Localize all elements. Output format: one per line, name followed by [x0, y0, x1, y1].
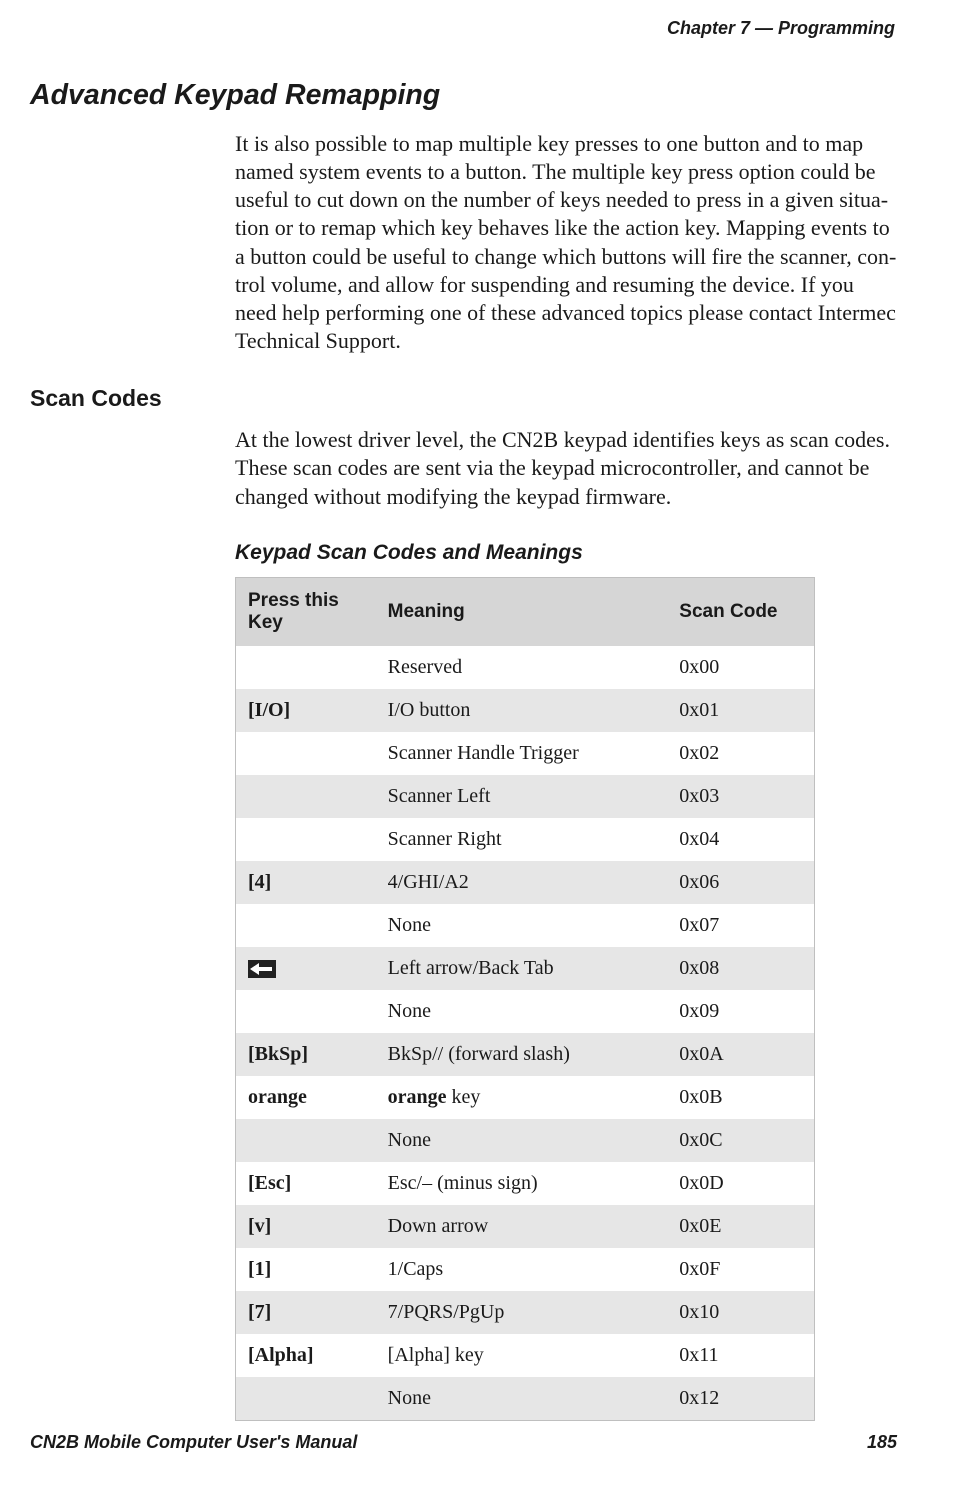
table-caption: Keypad Scan Codes and Meanings — [235, 541, 897, 565]
cell-key — [236, 1377, 376, 1421]
cell-code: 0x0C — [667, 1119, 814, 1162]
cell-code: 0x0E — [667, 1205, 814, 1248]
cell-code: 0x0D — [667, 1162, 814, 1205]
cell-code: 0x0A — [667, 1033, 814, 1076]
cell-key — [236, 947, 376, 990]
table-row: None0x09 — [236, 990, 815, 1033]
cell-meaning: Scanner Left — [376, 775, 668, 818]
cell-meaning: I/O button — [376, 689, 668, 732]
cell-meaning: orange key — [376, 1076, 668, 1119]
table-row: [Esc]Esc/– (minus sign)0x0D — [236, 1162, 815, 1205]
table-row: [BkSp]BkSp// (forward slash)0x0A — [236, 1033, 815, 1076]
cell-key — [236, 818, 376, 861]
table-row: orangeorange key0x0B — [236, 1076, 815, 1119]
cell-meaning: 4/GHI/A2 — [376, 861, 668, 904]
cell-meaning: [Alpha] key — [376, 1334, 668, 1377]
cell-key: [BkSp] — [236, 1033, 376, 1076]
heading-advanced-keypad-remapping: Advanced Keypad Remapping — [30, 79, 897, 112]
cell-key: [Alpha] — [236, 1334, 376, 1377]
cell-key — [236, 646, 376, 689]
table-row: Left arrow/Back Tab0x08 — [236, 947, 815, 990]
cell-meaning: None — [376, 904, 668, 947]
cell-code: 0x10 — [667, 1291, 814, 1334]
cell-meaning: Down arrow — [376, 1205, 668, 1248]
table-row: [I/O]I/O button0x01 — [236, 689, 815, 732]
cell-meaning: 7/PQRS/PgUp — [376, 1291, 668, 1334]
scan-codes-table: Press this Key Meaning Scan Code Reserve… — [235, 577, 815, 1421]
footer-publication: CN2B Mobile Computer User's Manual — [30, 1432, 357, 1453]
cell-meaning: 1/Caps — [376, 1248, 668, 1291]
cell-meaning: None — [376, 1377, 668, 1421]
cell-meaning: Esc/– (minus sign) — [376, 1162, 668, 1205]
heading-scan-codes: Scan Codes — [30, 385, 897, 412]
table-row: Scanner Handle Trigger0x02 — [236, 732, 815, 775]
cell-meaning: Scanner Right — [376, 818, 668, 861]
cell-meaning: BkSp// (forward slash) — [376, 1033, 668, 1076]
paragraph-advanced-keypad: It is also possible to map multiple key … — [235, 130, 897, 355]
cell-key: [I/O] — [236, 689, 376, 732]
cell-code: 0x00 — [667, 646, 814, 689]
cell-key — [236, 990, 376, 1033]
cell-code: 0x11 — [667, 1334, 814, 1377]
cell-code: 0x07 — [667, 904, 814, 947]
cell-meaning: Left arrow/Back Tab — [376, 947, 668, 990]
table-row: None0x07 — [236, 904, 815, 947]
cell-key — [236, 775, 376, 818]
cell-meaning: None — [376, 1119, 668, 1162]
table-row: [4]4/GHI/A20x06 — [236, 861, 815, 904]
cell-code: 0x0F — [667, 1248, 814, 1291]
table-row: Reserved0x00 — [236, 646, 815, 689]
cell-code: 0x03 — [667, 775, 814, 818]
cell-key — [236, 732, 376, 775]
table-row: [Alpha][Alpha] key0x11 — [236, 1334, 815, 1377]
table-row: [7]7/PQRS/PgUp0x10 — [236, 1291, 815, 1334]
cell-code: 0x0B — [667, 1076, 814, 1119]
running-header: Chapter 7 — Programming — [30, 18, 897, 39]
cell-meaning: None — [376, 990, 668, 1033]
cell-meaning: Reserved — [376, 646, 668, 689]
cell-code: 0x08 — [667, 947, 814, 990]
cell-code: 0x12 — [667, 1377, 814, 1421]
table-row: None0x0C — [236, 1119, 815, 1162]
cell-key: [1] — [236, 1248, 376, 1291]
col-header-code: Scan Code — [667, 577, 814, 646]
cell-code: 0x01 — [667, 689, 814, 732]
cell-key: [Esc] — [236, 1162, 376, 1205]
col-header-key: Press this Key — [236, 577, 376, 646]
table-row: [1]1/Caps0x0F — [236, 1248, 815, 1291]
cell-meaning: Scanner Handle Trigger — [376, 732, 668, 775]
cell-key: [v] — [236, 1205, 376, 1248]
cell-code: 0x09 — [667, 990, 814, 1033]
cell-code: 0x04 — [667, 818, 814, 861]
table-row: [v]Down arrow0x0E — [236, 1205, 815, 1248]
cell-code: 0x02 — [667, 732, 814, 775]
footer-page-number: 185 — [867, 1432, 897, 1453]
cell-key: [4] — [236, 861, 376, 904]
left-arrow-back-tab-icon — [248, 960, 276, 978]
cell-key: [7] — [236, 1291, 376, 1334]
table-row: Scanner Left0x03 — [236, 775, 815, 818]
paragraph-scan-codes: At the lowest driver level, the CN2B key… — [235, 426, 897, 510]
cell-key — [236, 1119, 376, 1162]
table-row: Scanner Right0x04 — [236, 818, 815, 861]
cell-key: orange — [236, 1076, 376, 1119]
col-header-meaning: Meaning — [376, 577, 668, 646]
cell-key — [236, 904, 376, 947]
cell-code: 0x06 — [667, 861, 814, 904]
table-row: None0x12 — [236, 1377, 815, 1421]
